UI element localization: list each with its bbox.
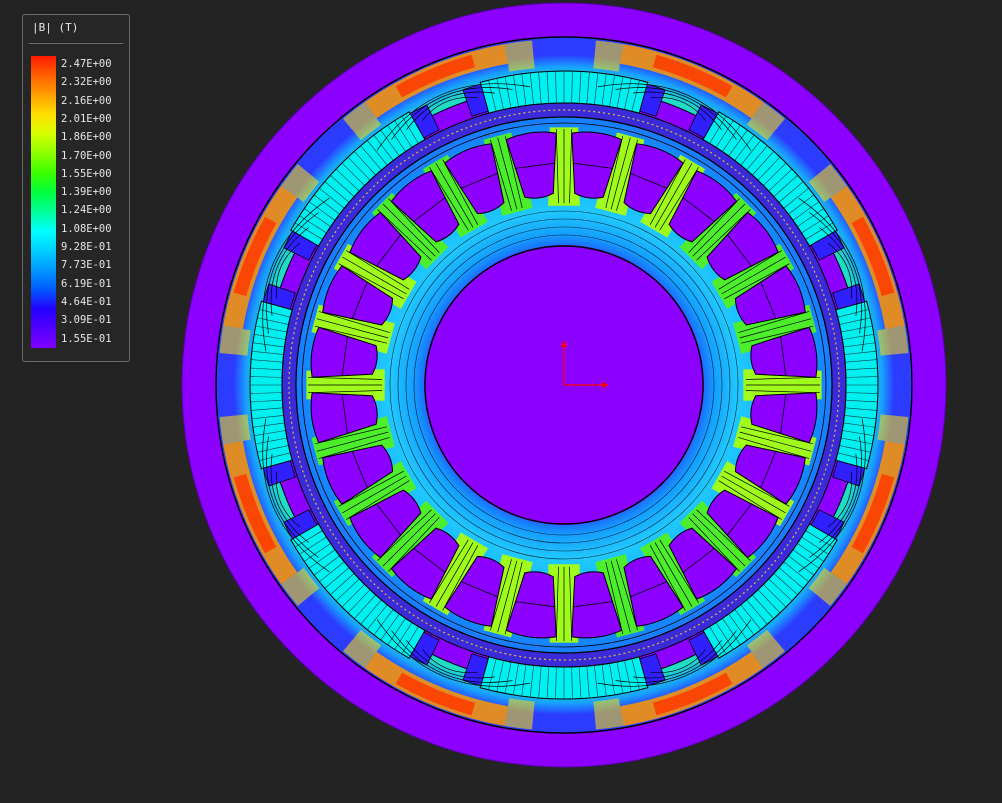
legend-label: 7.73E-01 bbox=[61, 259, 112, 272]
legend-label: 1.55E-01 bbox=[61, 332, 112, 345]
legend-divider bbox=[29, 43, 123, 44]
legend-label: 2.47E+00 bbox=[61, 58, 112, 70]
legend-label: 1.86E+00 bbox=[61, 131, 112, 144]
legend-label: 1.24E+00 bbox=[61, 204, 112, 217]
yoke-hotspot-edge bbox=[593, 40, 624, 72]
yoke-hotspot-edge bbox=[219, 325, 251, 356]
legend-label: 9.28E-01 bbox=[61, 241, 112, 253]
yoke-hotspot-edge bbox=[504, 698, 535, 730]
legend-label: 3.09E-01 bbox=[61, 314, 112, 327]
legend-label: 1.70E+00 bbox=[61, 149, 112, 162]
yoke-hotspot-edge bbox=[593, 698, 624, 730]
legend-color-bar bbox=[31, 56, 56, 348]
legend-label: 4.64E-01 bbox=[61, 295, 112, 308]
legend-label: 2.01E+00 bbox=[61, 112, 112, 125]
yoke-hotspot-edge bbox=[877, 325, 909, 356]
field-plot-viewport[interactable] bbox=[0, 0, 1002, 803]
legend-label: 1.08E+00 bbox=[61, 222, 112, 235]
yoke-hotspot-edge bbox=[504, 40, 535, 72]
yoke-hotspot-edge bbox=[219, 414, 251, 445]
legend-label: 1.39E+00 bbox=[61, 186, 112, 199]
yoke-hotspot-edge bbox=[877, 414, 909, 445]
legend-label: 1.55E+00 bbox=[61, 167, 112, 180]
legend-label: 2.32E+00 bbox=[61, 76, 112, 89]
legend-label: 6.19E-01 bbox=[61, 277, 112, 290]
legend-label: 2.16E+00 bbox=[61, 94, 112, 107]
color-legend[interactable]: |B| (T) 2.47E+00 2.32E+00 2.16E+00 2.01E+00… bbox=[22, 14, 130, 362]
legend-title: |B| (T) bbox=[32, 21, 79, 34]
